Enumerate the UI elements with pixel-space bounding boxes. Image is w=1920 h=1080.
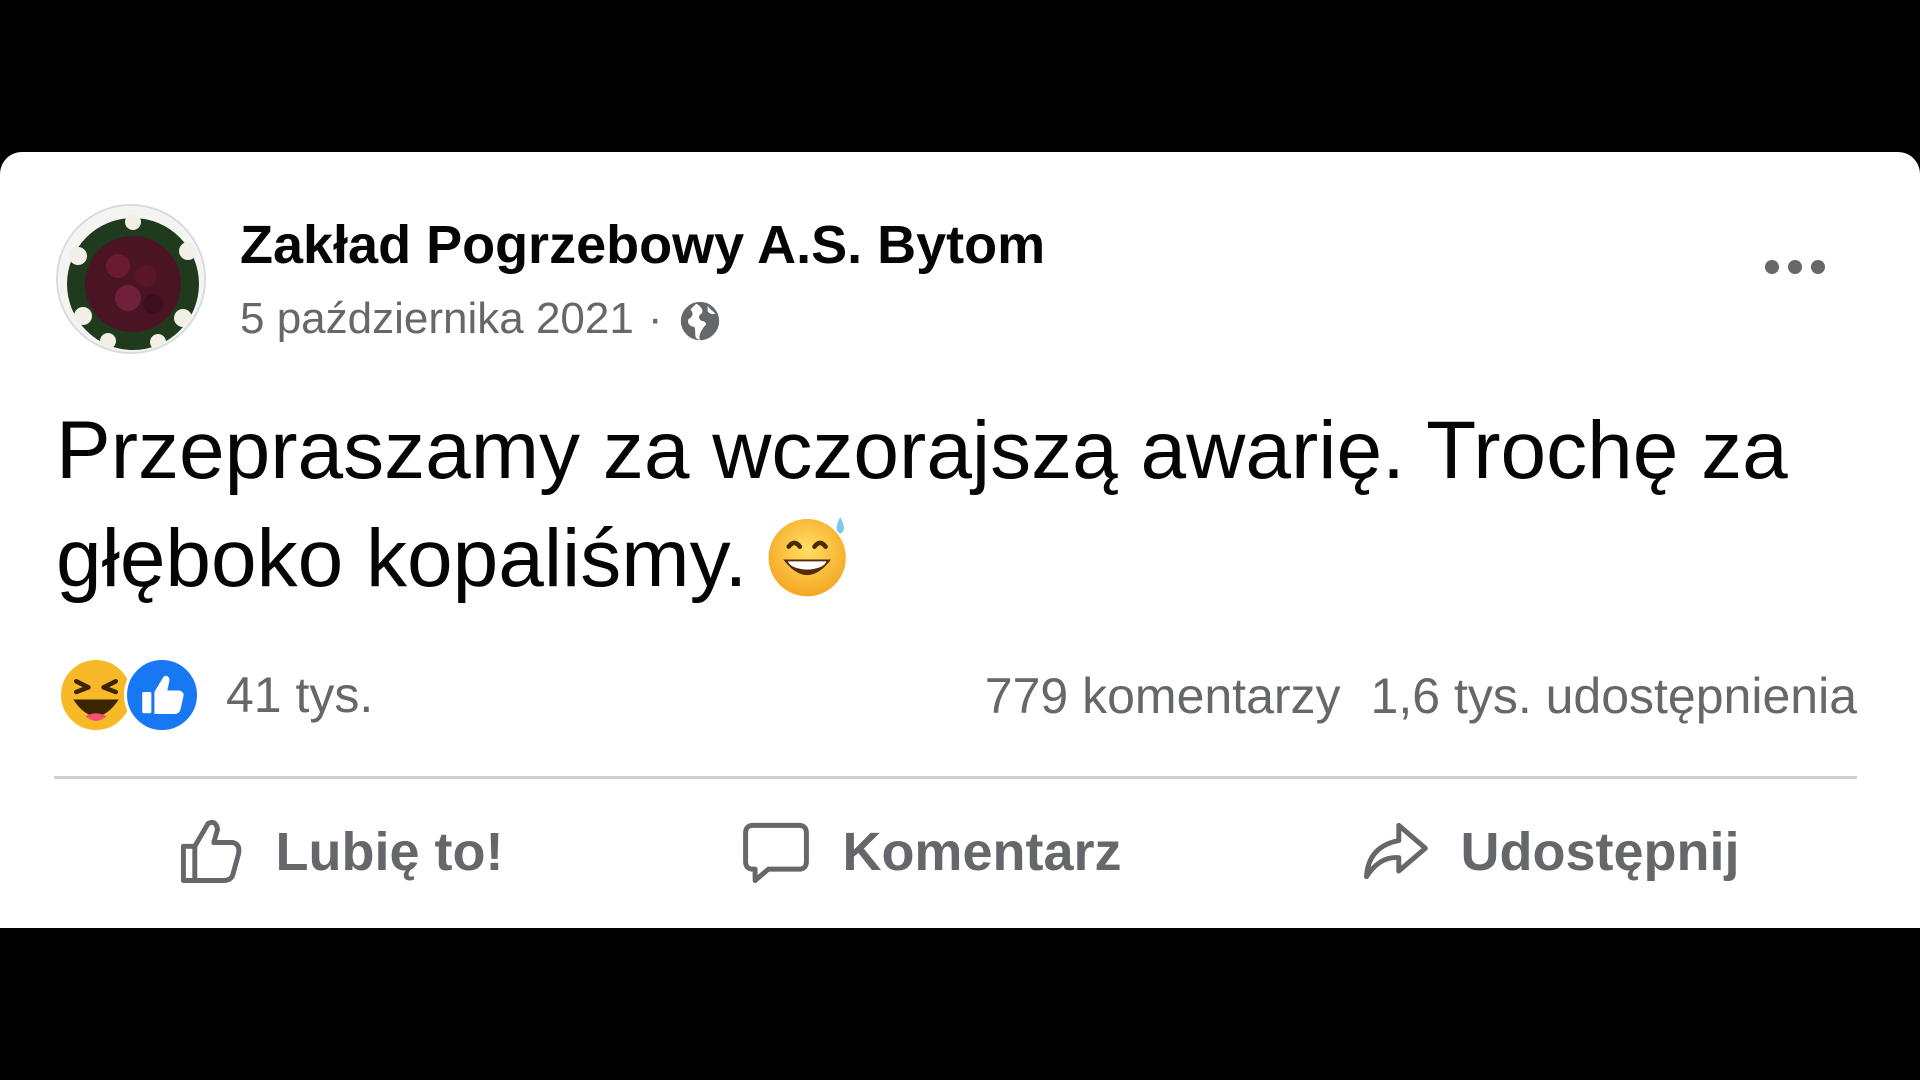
reaction-count: 41 tys. <box>226 667 374 723</box>
thumbs-up-icon <box>172 814 248 890</box>
post-card: Zakład Pogrzebowy A.S. Bytom 5 październ… <box>0 152 1920 928</box>
share-button[interactable]: Udostępnij <box>1357 814 1740 890</box>
share-arrow-icon <box>1357 814 1433 890</box>
post-meta: 5 października 2021 · <box>240 294 723 344</box>
reactions-summary[interactable]: 41 tys. <box>57 657 374 733</box>
more-options-button[interactable] <box>1765 260 1825 274</box>
action-bar: Lubię to! Komentarz Udostępnij <box>54 792 1857 912</box>
like-label: Lubię to! <box>275 822 504 882</box>
haha-reaction-icon <box>57 657 134 733</box>
share-label: Udostępnij <box>1460 822 1740 882</box>
grinning-sweat-emoji-icon <box>763 508 855 600</box>
comment-label: Komentarz <box>842 822 1122 882</box>
shares-count-link[interactable]: 1,6 tys. udostępnienia <box>1371 667 1857 725</box>
page-name[interactable]: Zakład Pogrzebowy A.S. Bytom <box>240 214 1045 276</box>
engagement-stats: 779 komentarzy 1,6 tys. udostępnienia <box>985 667 1857 725</box>
page-avatar[interactable] <box>56 204 206 354</box>
more-dot <box>1811 260 1825 274</box>
post-text: Przepraszamy za wczorajszą awarię. Troch… <box>56 405 1788 604</box>
like-button[interactable]: Lubię to! <box>172 814 504 890</box>
comments-count-link[interactable]: 779 komentarzy <box>985 667 1341 725</box>
more-dot <box>1788 260 1802 274</box>
comment-bubble-icon <box>738 814 814 890</box>
like-reaction-icon <box>124 657 200 733</box>
globe-icon <box>677 298 723 344</box>
post-body: Przepraszamy za wczorajszą awarię. Troch… <box>56 397 1836 613</box>
divider <box>54 776 1857 779</box>
more-dot <box>1765 260 1779 274</box>
post-date[interactable]: 5 października 2021 <box>240 294 634 344</box>
comment-button[interactable]: Komentarz <box>738 814 1122 890</box>
meta-separator: · <box>647 294 663 343</box>
